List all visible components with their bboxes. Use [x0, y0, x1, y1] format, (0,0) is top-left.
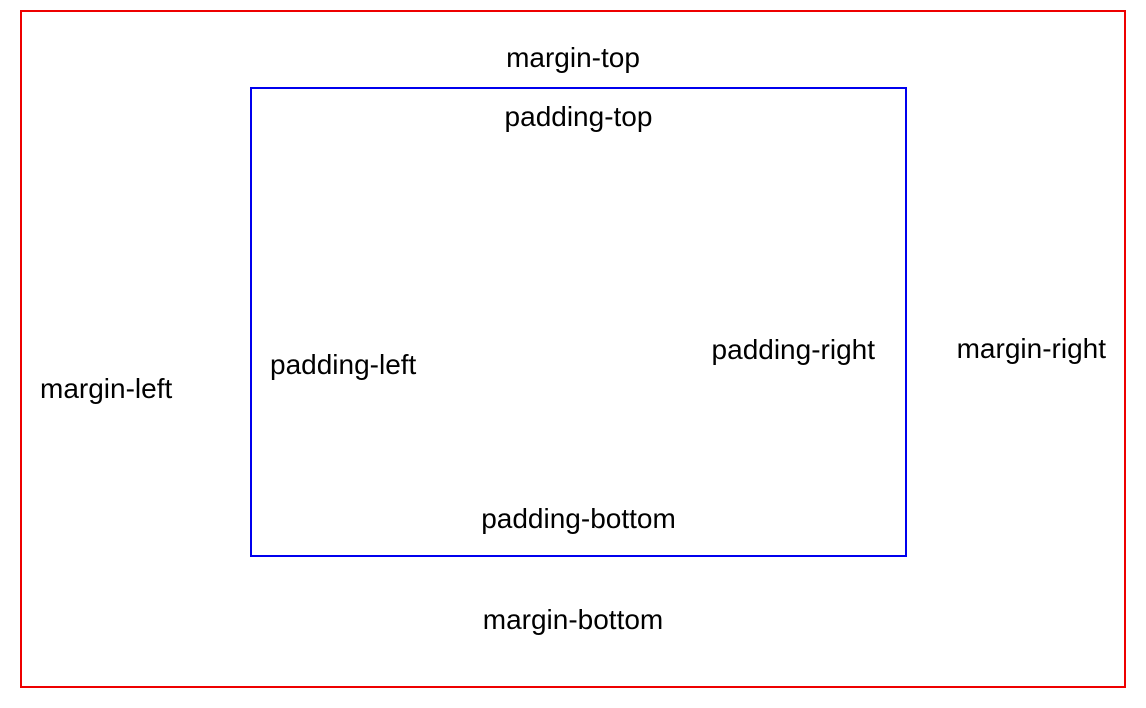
padding-right-label: padding-right	[712, 334, 875, 366]
margin-right-label: margin-right	[957, 333, 1106, 365]
padding-top-label: padding-top	[505, 101, 653, 133]
padding-left-label: padding-left	[270, 349, 416, 381]
margin-top-label: margin-top	[506, 42, 640, 74]
margin-left-label: margin-left	[40, 373, 172, 405]
padding-bottom-label: padding-bottom	[481, 503, 676, 535]
margin-bottom-label: margin-bottom	[483, 604, 664, 636]
padding-box: padding-top padding-bottom padding-left …	[250, 87, 907, 557]
margin-box: margin-top margin-bottom margin-left mar…	[20, 10, 1126, 688]
